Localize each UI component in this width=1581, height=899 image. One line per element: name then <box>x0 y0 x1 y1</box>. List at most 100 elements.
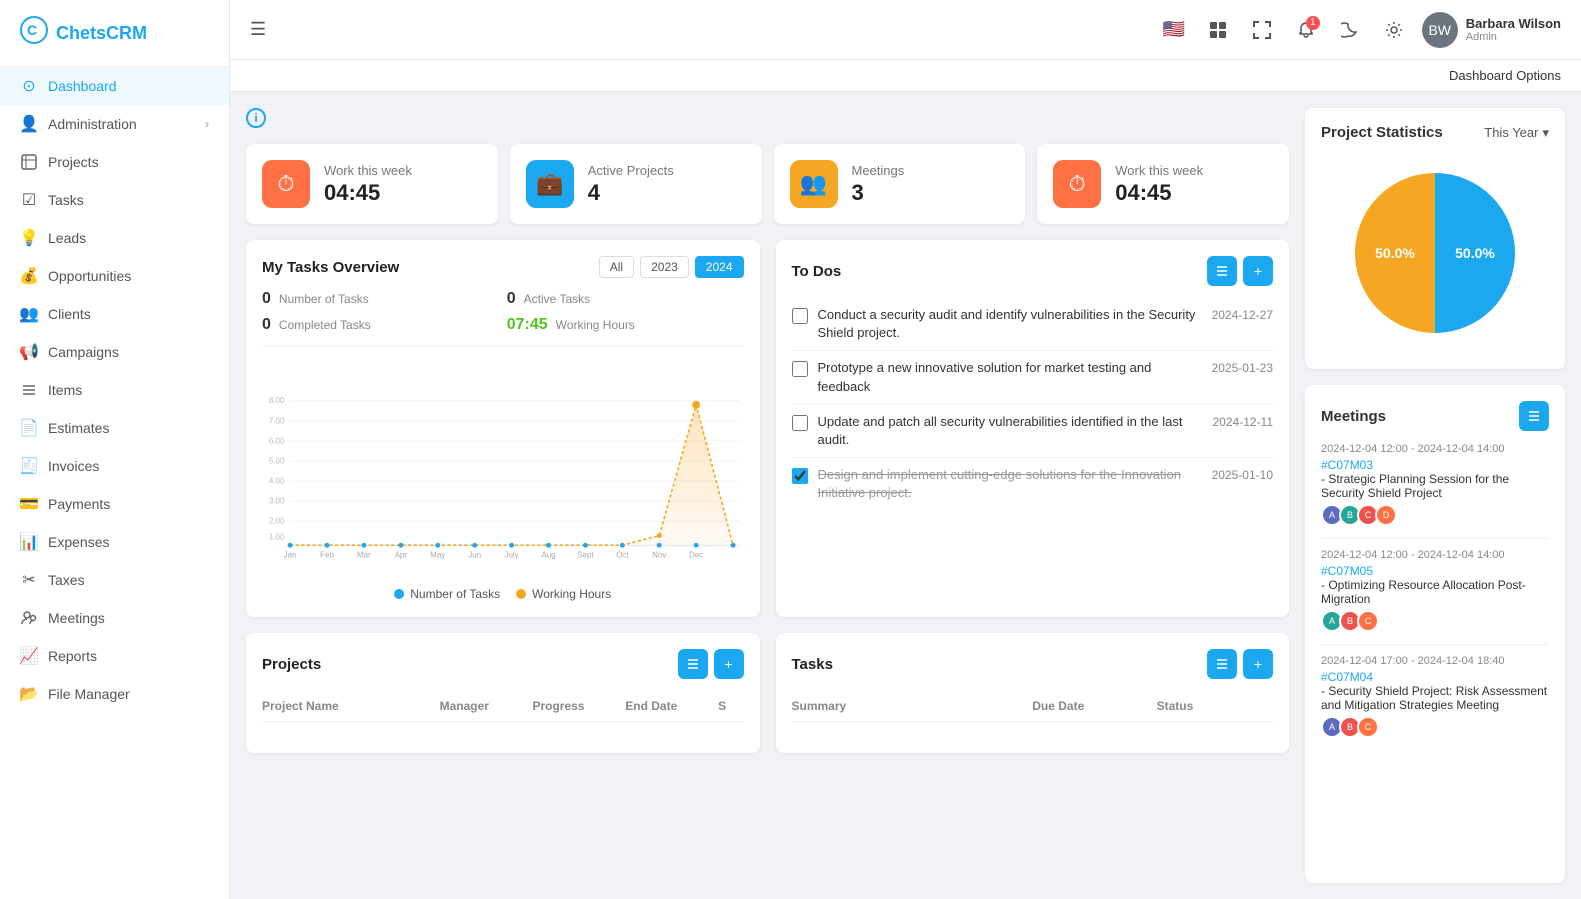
grid-view-button[interactable] <box>1202 14 1234 46</box>
stat-info-2: Active Projects 4 <box>588 163 674 206</box>
meeting-avatar: C <box>1357 716 1379 738</box>
info-icon[interactable]: i <box>246 108 266 128</box>
svg-text:4.00: 4.00 <box>269 476 285 485</box>
sidebar-item-payments[interactable]: 💳 Payments <box>0 485 229 523</box>
filter-2024-button[interactable]: 2024 <box>695 256 744 278</box>
sidebar-item-file-manager[interactable]: 📂 File Manager <box>0 675 229 713</box>
projects-add-button[interactable]: + <box>714 649 744 679</box>
working-hours-value: 07:45 <box>507 316 548 334</box>
settings-button[interactable] <box>1378 14 1410 46</box>
projects-list-button[interactable] <box>678 649 708 679</box>
svg-text:Dec: Dec <box>689 550 703 559</box>
svg-text:Mar: Mar <box>357 550 371 559</box>
meetings-stat-icon: 👥 <box>790 160 838 208</box>
col-end-date: End Date <box>625 699 710 713</box>
sidebar-item-taxes[interactable]: ✂ Taxes <box>0 561 229 599</box>
legend-tasks-label: Number of Tasks <box>410 587 500 601</box>
sidebar-item-projects[interactable]: Projects <box>0 143 229 181</box>
dashboard-options-bar: Dashboard Options <box>230 60 1581 92</box>
svg-text:Feb: Feb <box>320 550 334 559</box>
svg-text:Jan: Jan <box>284 550 297 559</box>
meeting-1-avatars: A B C D <box>1321 504 1549 526</box>
active-tasks-label: Active Tasks <box>524 292 590 306</box>
moon-icon <box>1341 21 1359 39</box>
stat-info-3: Meetings 3 <box>852 163 905 206</box>
sidebar-item-label: File Manager <box>48 686 130 702</box>
sidebar-item-label: Dashboard <box>48 78 117 94</box>
meeting-3-code[interactable]: #C07M04 <box>1321 670 1373 684</box>
sidebar-item-opportunities[interactable]: 💰 Opportunities <box>0 257 229 295</box>
tasks-panel-title: Tasks <box>792 656 833 673</box>
tasks-overview-title: My Tasks Overview <box>262 259 399 276</box>
user-menu[interactable]: BW Barbara Wilson Admin <box>1422 12 1561 48</box>
list-icon <box>686 657 700 671</box>
col-task-status: Status <box>1157 699 1273 713</box>
col-project-name: Project Name <box>262 699 432 713</box>
year-selector[interactable]: This Year ▾ <box>1484 125 1549 141</box>
flag-button[interactable]: 🇺🇸 <box>1158 14 1190 46</box>
todos-actions: + <box>1207 256 1273 286</box>
sidebar-item-campaigns[interactable]: 📢 Campaigns <box>0 333 229 371</box>
todo-checkbox-4[interactable] <box>792 468 808 484</box>
bottom-row: Projects + <box>246 633 1289 753</box>
stat-card-active-projects: 💼 Active Projects 4 <box>510 144 762 224</box>
meeting-1-code[interactable]: #C07M03 <box>1321 458 1373 472</box>
sidebar-item-reports[interactable]: 📈 Reports <box>0 637 229 675</box>
svg-text:Aug: Aug <box>541 550 555 559</box>
svg-text:3.00: 3.00 <box>269 497 285 506</box>
meeting-2-title: - Optimizing Resource Allocation Post-Mi… <box>1321 578 1549 606</box>
dashboard-options-button[interactable]: Dashboard Options <box>1449 68 1561 83</box>
meetings-card-header: Meetings <box>1321 401 1549 431</box>
list-icon <box>1215 264 1229 278</box>
todo-text-4: Design and implement cutting-edge soluti… <box>818 466 1202 502</box>
sidebar-item-estimates[interactable]: 📄 Estimates <box>0 409 229 447</box>
sidebar-item-label: Administration <box>48 116 137 132</box>
filter-all-button[interactable]: All <box>599 256 634 278</box>
todo-text-3: Update and patch all security vulnerabil… <box>818 413 1203 449</box>
us-flag-icon: 🇺🇸 <box>1163 19 1185 40</box>
pie-chart-container: 50.0% 50.0% <box>1321 153 1549 353</box>
svg-text:2.00: 2.00 <box>269 517 285 526</box>
sidebar-item-administration[interactable]: 👤 Administration › <box>0 105 229 143</box>
meeting-1-time: 2024-12-04 12:00 - 2024-12-04 14:00 <box>1321 443 1549 455</box>
tasks-list-button[interactable] <box>1207 649 1237 679</box>
sidebar-item-invoices[interactable]: 🧾 Invoices <box>0 447 229 485</box>
fullscreen-button[interactable] <box>1246 14 1278 46</box>
sidebar-item-tasks[interactable]: ☑ Tasks <box>0 181 229 219</box>
sidebar-item-expenses[interactable]: 📊 Expenses <box>0 523 229 561</box>
sidebar-item-dashboard[interactable]: ⊙ Dashboard <box>0 67 229 105</box>
todo-checkbox-1[interactable] <box>792 308 808 324</box>
payments-icon: 💳 <box>20 495 38 513</box>
meetings-icon <box>20 609 38 627</box>
hamburger-menu[interactable]: ☰ <box>250 19 266 40</box>
todo-checkbox-3[interactable] <box>792 415 808 431</box>
tasks-table-header: Summary Due Date Status <box>792 691 1274 722</box>
stat-value-1: 04:45 <box>324 180 412 206</box>
tasks-add-button[interactable]: + <box>1243 649 1273 679</box>
number-of-tasks-value: 0 <box>262 290 271 308</box>
todos-list-button[interactable] <box>1207 256 1237 286</box>
chevron-right-icon: › <box>205 117 209 131</box>
active-projects-icon: 💼 <box>526 160 574 208</box>
todo-checkbox-2[interactable] <box>792 361 808 377</box>
notification-button[interactable]: 1 <box>1290 14 1322 46</box>
pie-chart-svg: 50.0% 50.0% <box>1335 163 1535 343</box>
todos-add-button[interactable]: + <box>1243 256 1273 286</box>
projects-icon <box>20 153 38 171</box>
tasks-panel-header: Tasks + <box>792 649 1274 679</box>
sidebar-item-clients[interactable]: 👥 Clients <box>0 295 229 333</box>
meeting-divider-2 <box>1321 644 1549 645</box>
svg-text:1.00: 1.00 <box>269 533 285 542</box>
sidebar-item-items[interactable]: Items <box>0 371 229 409</box>
sidebar-item-leads[interactable]: 💡 Leads <box>0 219 229 257</box>
meeting-2-title-row: #C07M05 - Optimizing Resource Allocation… <box>1321 564 1549 606</box>
filter-2023-button[interactable]: 2023 <box>640 256 689 278</box>
svg-text:Nov: Nov <box>652 550 666 559</box>
col-status: S <box>718 699 743 713</box>
meetings-list-button[interactable] <box>1519 401 1549 431</box>
dark-mode-button[interactable] <box>1334 14 1366 46</box>
meeting-2-code[interactable]: #C07M05 <box>1321 564 1373 578</box>
user-role: Admin <box>1466 31 1561 43</box>
number-of-tasks-stat: 0 Number of Tasks <box>262 290 499 308</box>
sidebar-item-meetings[interactable]: Meetings <box>0 599 229 637</box>
